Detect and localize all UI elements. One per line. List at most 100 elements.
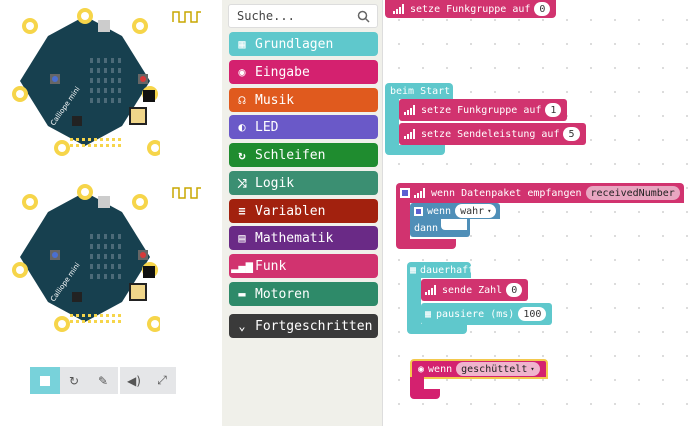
blocks-workspace[interactable]: setze Funkgruppe auf 0 beim Start setze … (383, 0, 700, 426)
car-icon: ▬ (238, 287, 246, 301)
forever-block[interactable]: ▦ dauerhaft sende Zahl 0 ▦ pausiere (ms)… (407, 262, 587, 334)
grid-icon: ▦ (238, 37, 246, 51)
on-start-block[interactable]: beim Start setze Funkgruppe auf 1 setze … (385, 83, 586, 155)
fullscreen-icon: ⤢ (157, 373, 167, 387)
signal-wave-icon (172, 187, 201, 199)
signal-icon (404, 129, 416, 139)
set-power-block[interactable]: setze Sendeleistung auf 5 (399, 123, 586, 145)
slowmo-button[interactable]: ✎ (88, 367, 118, 394)
category-label: Mathematik (255, 230, 334, 246)
category-eingabe[interactable]: ◉ Eingabe (229, 60, 378, 84)
on-gesture-block[interactable]: ◉ wenn geschüttelt ▾ (410, 359, 550, 399)
signal-icon (393, 4, 405, 14)
signal-icon (425, 285, 437, 295)
calliope-board-2[interactable]: Calliope mini (10, 182, 163, 332)
block-label: setze Funkgruppe auf (410, 3, 531, 15)
category-label: Motoren (255, 286, 310, 302)
signal-wave-icon (172, 11, 201, 23)
mute-button[interactable]: ◀) (120, 367, 148, 394)
block-label: wenn (427, 205, 452, 217)
forever-arm (407, 276, 421, 330)
on-gesture-header: ◉ wenn geschüttelt ▾ (410, 359, 548, 379)
category-funk[interactable]: ▂▄▆ Funk (229, 254, 378, 278)
on-received-block[interactable]: wenn Datenpaket empfangen receivedNumber… (396, 183, 684, 249)
category-label: Musik (255, 92, 295, 108)
set-group-block[interactable]: setze Funkgruppe auf 0 (385, 0, 557, 18)
toolbox: Suche... ▦ Grundlagen ◉ Eingabe ☊ Musik ◐ LED ↻ S… (222, 0, 383, 426)
send-number-block[interactable]: sende Zahl 0 (421, 279, 529, 301)
number-input[interactable]: 100 (518, 307, 547, 321)
if-block[interactable]: wenn wahr ▾ (410, 203, 501, 219)
category-label: LED (255, 119, 279, 135)
shuffle-icon: ⤨ (237, 175, 247, 190)
pause-block[interactable]: ▦ pausiere (ms) 100 (421, 303, 553, 325)
on-gesture-footer (410, 389, 440, 399)
on-received-header: wenn Datenpaket empfangen receivedNumber (396, 183, 684, 203)
loop-icon: ↻ (238, 148, 246, 162)
category-logik[interactable]: ⤨ Logik (229, 171, 378, 195)
category-label: Schleifen (255, 147, 326, 163)
block-label: wenn Datenpaket empfangen (431, 187, 582, 199)
grid-icon: ▦ (425, 308, 432, 320)
snail-icon: ✎ (97, 373, 109, 388)
category-label: Logik (255, 175, 295, 191)
category-label: Fortgeschritten (255, 318, 373, 334)
toggle-icon: ◐ (238, 120, 246, 134)
category-variablen[interactable]: ≡ Variablen (229, 199, 378, 223)
gesture-value: geschüttelt (461, 363, 528, 375)
block-label: sende Zahl (442, 284, 503, 296)
chevron-down-icon: ⌄ (238, 319, 246, 333)
dropdown-arrow-icon: ▾ (530, 365, 535, 373)
target-icon: ◉ (238, 65, 246, 79)
block-label: dauerhaft (420, 264, 475, 276)
on-received-footer (396, 239, 456, 249)
parameter-received-number[interactable]: receivedNumber (585, 186, 680, 200)
number-input[interactable]: 1 (545, 103, 562, 117)
search-input[interactable]: Suche... (228, 4, 378, 28)
category-mathematik[interactable]: ▤ Mathematik (229, 226, 378, 250)
if-slot (441, 219, 467, 230)
fullscreen-button[interactable]: ⤢ (148, 367, 176, 394)
list-icon: ≡ (238, 204, 246, 218)
signal-icon (414, 188, 426, 198)
refresh-icon: ↻ (68, 373, 80, 388)
on-start-footer (385, 145, 445, 155)
simulator-toolbar: ↻ ✎ ◀) ⤢ (30, 367, 176, 394)
category-motoren[interactable]: ▬ Motoren (229, 282, 378, 306)
category-led[interactable]: ◐ LED (229, 115, 378, 139)
forever-footer (407, 324, 467, 334)
signal-icon (404, 105, 416, 115)
category-label: Variablen (255, 203, 326, 219)
category-musik[interactable]: ☊ Musik (229, 88, 378, 112)
number-input[interactable]: 0 (534, 2, 551, 16)
set-group-block[interactable]: setze Funkgruppe auf 1 (399, 99, 568, 121)
category-label: Grundlagen (255, 36, 334, 52)
calculator-icon: ▤ (238, 231, 246, 245)
calliope-board[interactable]: Calliope mini (10, 6, 163, 156)
stop-icon (40, 375, 50, 386)
condition-dropdown[interactable]: wahr ▾ (455, 204, 497, 218)
search-icon[interactable] (357, 10, 370, 23)
category-label: Funk (255, 258, 287, 274)
calliope-board-graphic: Calliope mini (12, 184, 163, 332)
category-schleifen[interactable]: ↻ Schleifen (229, 143, 378, 167)
dropdown-arrow-icon: ▾ (487, 207, 492, 215)
gesture-dropdown[interactable]: geschüttelt ▾ (456, 362, 540, 376)
category-fortgeschritten[interactable]: ⌄ Fortgeschritten (229, 314, 378, 338)
signal-icon: ▂▄▆ (231, 259, 253, 273)
calliope-board-graphic: Calliope mini (12, 8, 163, 156)
settings-icon (414, 206, 423, 216)
settings-icon (400, 188, 410, 198)
category-label: Eingabe (255, 64, 310, 80)
number-input[interactable]: 5 (563, 127, 580, 141)
stop-button[interactable] (30, 367, 60, 394)
block-label: beim Start (390, 85, 451, 97)
target-icon: ◉ (418, 363, 425, 375)
search-placeholder: Suche... (237, 9, 295, 23)
on-start-arm (385, 97, 399, 151)
restart-button[interactable]: ↻ (60, 367, 88, 394)
grid-icon: ▦ (410, 264, 417, 276)
category-grundlagen[interactable]: ▦ Grundlagen (229, 32, 378, 56)
number-input[interactable]: 0 (506, 283, 523, 297)
block-label: pausiere (ms) (436, 308, 515, 320)
